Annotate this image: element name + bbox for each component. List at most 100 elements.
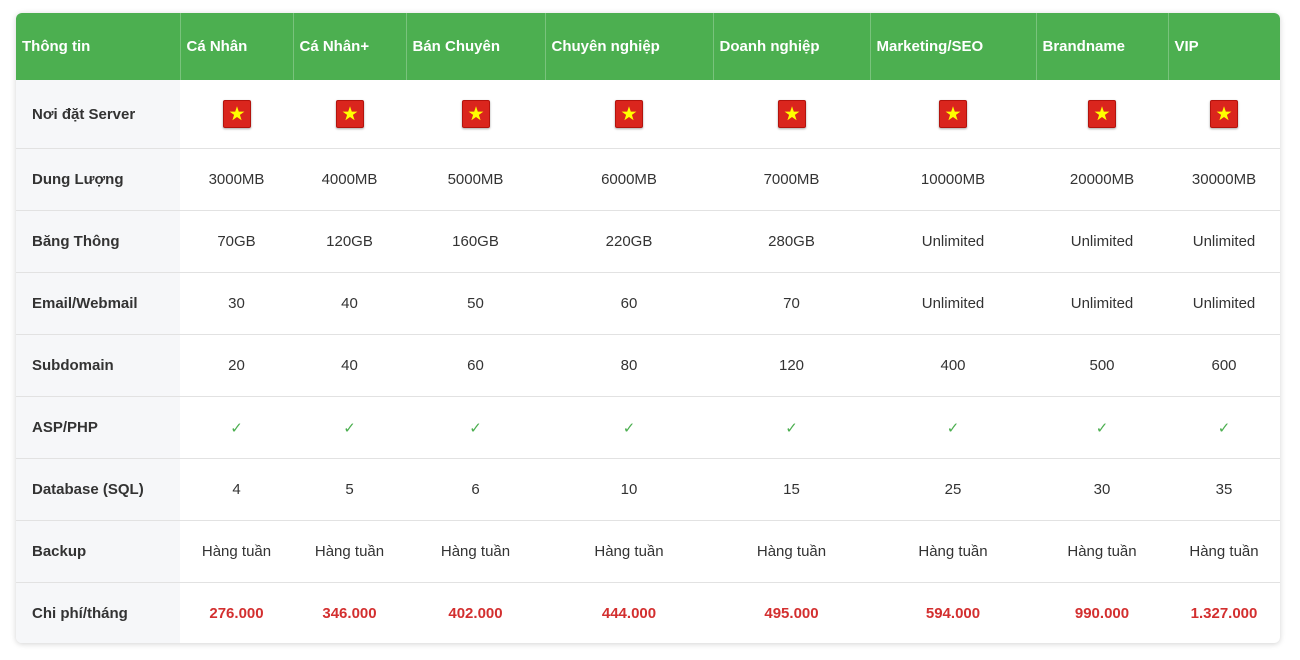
email-value: Unlimited [1168, 272, 1280, 335]
col-header-ban-chuyen: Bán Chuyên [406, 13, 546, 80]
vietnam-flag-icon [1210, 100, 1238, 128]
subdomain-value: 400 [870, 334, 1036, 397]
price-value: 276.000 [209, 605, 264, 622]
pricing-table-card: Thông tin Cá Nhân Cá Nhân+ Bán Chuyên Ch… [16, 13, 1280, 643]
bandwidth-value: Unlimited [1036, 210, 1168, 273]
vietnam-flag-icon [1088, 100, 1116, 128]
server-location-cell [545, 80, 713, 149]
row-location: Nơi đặt Server [16, 80, 1280, 149]
vietnam-flag-icon [615, 100, 643, 128]
row-label-storage: Dung Lượng [16, 148, 180, 211]
bandwidth-value: Unlimited [1168, 210, 1280, 273]
col-header-brandname: Brandname [1036, 13, 1169, 80]
backup-value: Hàng tuần [406, 520, 545, 583]
email-value: 50 [406, 272, 545, 335]
backup-value: Hàng tuần [1036, 520, 1168, 583]
email-value: Unlimited [870, 272, 1036, 335]
row-storage: Dung Lượng 3000MB 4000MB 5000MB 6000MB 7000M… [16, 148, 1280, 211]
email-value: 60 [545, 272, 713, 335]
server-location-cell [870, 80, 1036, 149]
storage-value: 30000MB [1168, 148, 1280, 211]
price-value: 594.000 [925, 605, 981, 622]
col-header-ca-nhan: Cá Nhân [180, 13, 294, 80]
storage-value: 5000MB [406, 148, 545, 211]
database-value: 35 [1168, 458, 1280, 521]
row-label-bandwidth: Băng Thông [16, 210, 180, 273]
vietnam-flag-icon [335, 100, 364, 128]
email-value: Unlimited [1036, 272, 1168, 335]
vietnam-flag-icon [777, 100, 806, 128]
check-icon: ✓ [713, 396, 870, 459]
server-location-cell [713, 80, 870, 149]
server-location-cell [1168, 80, 1280, 149]
col-header-vip: VIP [1168, 13, 1280, 80]
storage-value: 3000MB [180, 148, 293, 211]
row-backup: Backup Hàng tuần Hàng tuần Hàng tuần Hàng t… [16, 520, 1280, 583]
server-location-cell [1036, 80, 1168, 149]
price-value: 1.327.000 [1190, 605, 1258, 622]
storage-value: 20000MB [1036, 148, 1168, 211]
vietnam-flag-icon [939, 100, 967, 128]
row-email: Email/Webmail 30 40 50 60 70 Unlimited Unlimit… [16, 272, 1280, 335]
database-value: 10 [545, 458, 713, 521]
price-value: 444.000 [601, 605, 657, 622]
vietnam-flag-icon [222, 100, 251, 128]
price-value: 402.000 [448, 605, 503, 622]
row-label-database: Database (SQL) [16, 458, 180, 521]
storage-value: 10000MB [870, 148, 1036, 211]
hosting-pricing-table: Thông tin Cá Nhân Cá Nhân+ Bán Chuyên Ch… [16, 13, 1280, 643]
check-icon: ✓ [545, 396, 713, 459]
header-row: Thông tin Cá Nhân Cá Nhân+ Bán Chuyên Ch… [16, 13, 1280, 80]
row-label-email: Email/Webmail [16, 272, 180, 335]
bandwidth-value: 70GB [180, 210, 293, 273]
subdomain-value: 600 [1168, 334, 1280, 397]
price-value: 346.000 [322, 605, 377, 622]
check-icon: ✓ [293, 396, 406, 459]
row-database: Database (SQL) 4 5 6 10 15 25 30 35 [16, 458, 1280, 521]
backup-value: Hàng tuần [1168, 520, 1280, 583]
database-value: 5 [293, 458, 406, 521]
subdomain-value: 60 [406, 334, 545, 397]
col-header-chuyen-nghiep: Chuyên nghiệp [545, 13, 714, 80]
price-value: 990.000 [1074, 605, 1130, 622]
check-icon: ✓ [180, 396, 293, 459]
col-header-ca-nhan-plus: Cá Nhân+ [293, 13, 407, 80]
backup-value: Hàng tuần [713, 520, 870, 583]
email-value: 30 [180, 272, 293, 335]
backup-value: Hàng tuần [293, 520, 406, 583]
database-value: 15 [713, 458, 870, 521]
row-bandwidth: Băng Thông 70GB 120GB 160GB 220GB 280GB Unlim… [16, 210, 1280, 273]
email-value: 70 [713, 272, 870, 335]
backup-value: Hàng tuần [545, 520, 713, 583]
row-price: Chi phí/tháng 276.000 346.000 402.000 444.0… [16, 582, 1280, 643]
bandwidth-value: 220GB [545, 210, 713, 273]
server-location-cell [406, 80, 545, 149]
server-location-cell [293, 80, 406, 149]
database-value: 6 [406, 458, 545, 521]
check-icon: ✓ [870, 396, 1036, 459]
subdomain-value: 40 [293, 334, 406, 397]
subdomain-value: 80 [545, 334, 713, 397]
subdomain-value: 500 [1036, 334, 1168, 397]
row-label-price: Chi phí/tháng [16, 582, 180, 643]
database-value: 4 [180, 458, 293, 521]
subdomain-value: 20 [180, 334, 293, 397]
vietnam-flag-icon [461, 100, 490, 128]
bandwidth-value: Unlimited [870, 210, 1036, 273]
database-value: 25 [870, 458, 1036, 521]
col-header-doanh-nghiep: Doanh nghiệp [713, 13, 871, 80]
storage-value: 6000MB [545, 148, 713, 211]
check-icon: ✓ [1168, 396, 1280, 459]
bandwidth-value: 280GB [713, 210, 870, 273]
server-location-cell [180, 80, 293, 149]
backup-value: Hàng tuần [870, 520, 1036, 583]
row-asp-php: ASP/PHP ✓ ✓ ✓ ✓ ✓ ✓ ✓ ✓ [16, 396, 1280, 459]
database-value: 30 [1036, 458, 1168, 521]
bandwidth-value: 160GB [406, 210, 545, 273]
check-icon: ✓ [406, 396, 545, 459]
email-value: 40 [293, 272, 406, 335]
bandwidth-value: 120GB [293, 210, 406, 273]
row-label-backup: Backup [16, 520, 180, 583]
col-header-info: Thông tin [16, 13, 181, 80]
col-header-marketing-seo: Marketing/SEO [870, 13, 1037, 80]
